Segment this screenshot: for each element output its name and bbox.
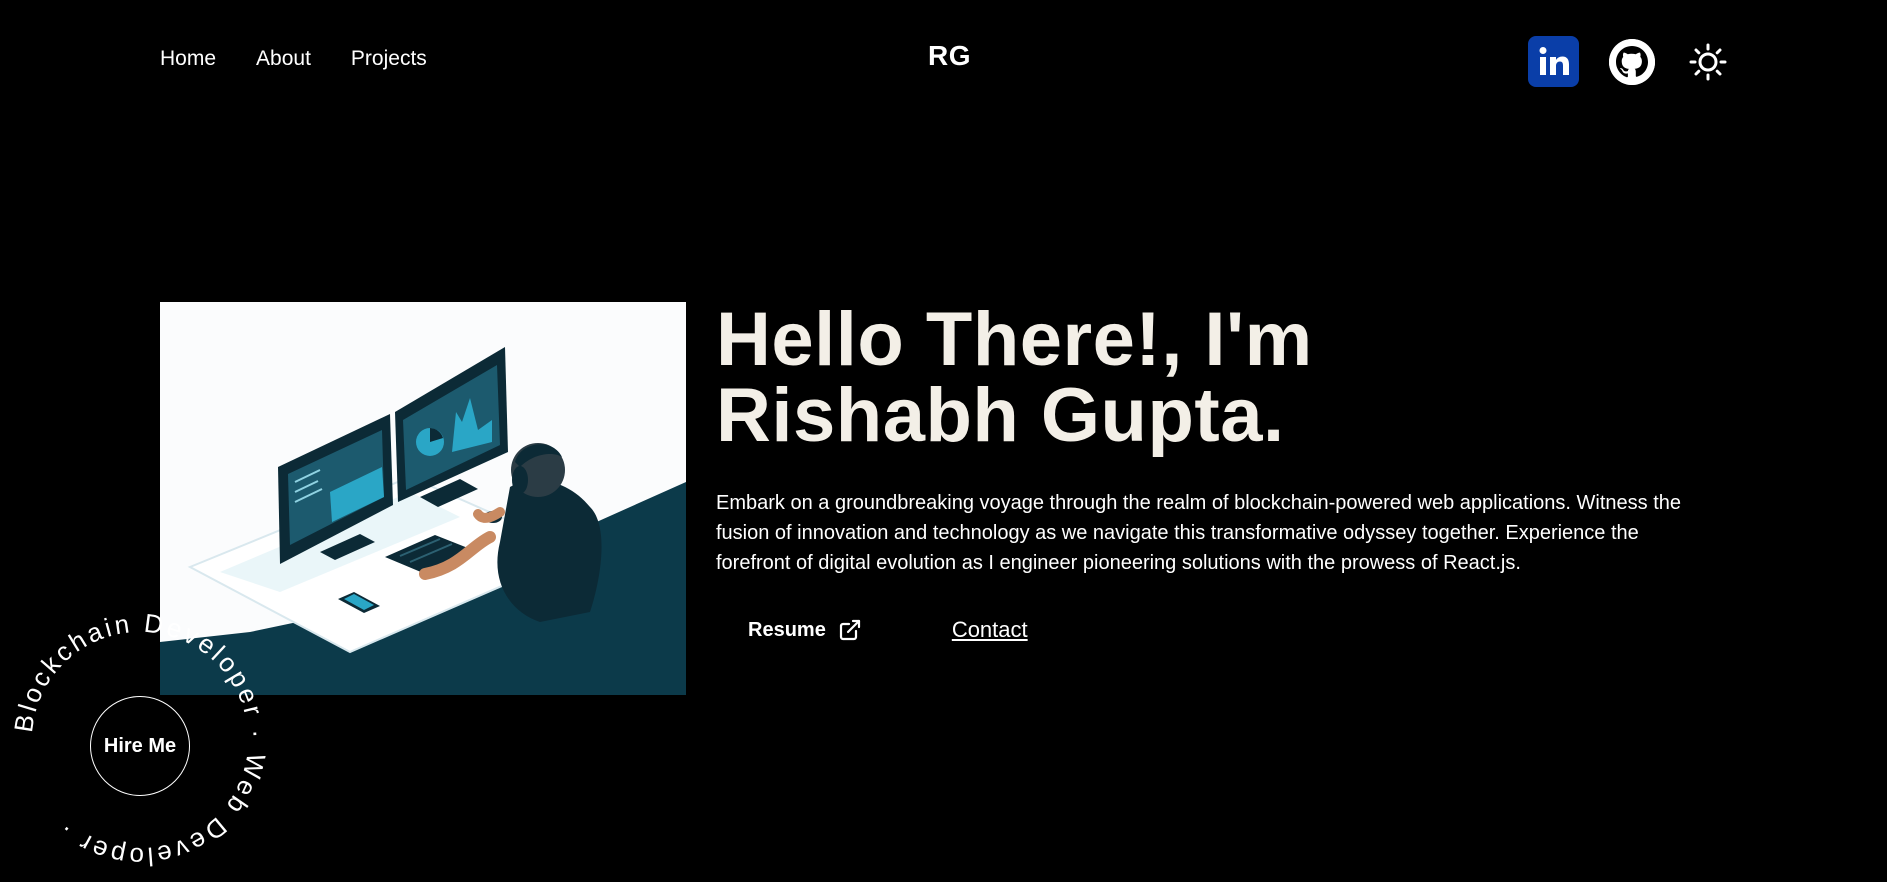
main-nav: Home About Projects [160, 47, 427, 71]
nav-about-link[interactable]: About [256, 47, 311, 71]
theme-toggle-button[interactable] [1685, 39, 1731, 85]
social-links [1528, 36, 1731, 87]
resume-button[interactable]: Resume [716, 608, 894, 652]
hero-title-line-1: Hello There!, I'm [716, 297, 1313, 382]
sun-icon [1689, 43, 1727, 80]
hire-me-badge: Blockchain Developer · Web Developer · H… [8, 608, 269, 873]
linkedin-icon[interactable] [1528, 36, 1579, 87]
site-logo[interactable]: RG [928, 40, 971, 72]
hero-content: Hello There!, I'm Rishabh Gupta. Embark … [716, 302, 1716, 652]
nav-projects-link[interactable]: Projects [351, 47, 427, 71]
hero-title: Hello There!, I'm Rishabh Gupta. [716, 302, 1716, 454]
hero-description: Embark on a groundbreaking voyage throug… [716, 492, 1681, 574]
external-link-icon [839, 619, 860, 641]
nav-home-link[interactable]: Home [160, 47, 216, 71]
hire-me-button[interactable]: Hire Me [90, 696, 190, 796]
github-icon[interactable] [1609, 38, 1655, 85]
hero-actions: Resume Contact [716, 608, 1716, 652]
contact-link[interactable]: Contact [952, 617, 1028, 643]
resume-button-label: Resume [748, 618, 826, 641]
hero-title-line-2: Rishabh Gupta. [716, 373, 1285, 458]
page: Home About Projects RG Hello There!, I'm… [0, 0, 1887, 882]
